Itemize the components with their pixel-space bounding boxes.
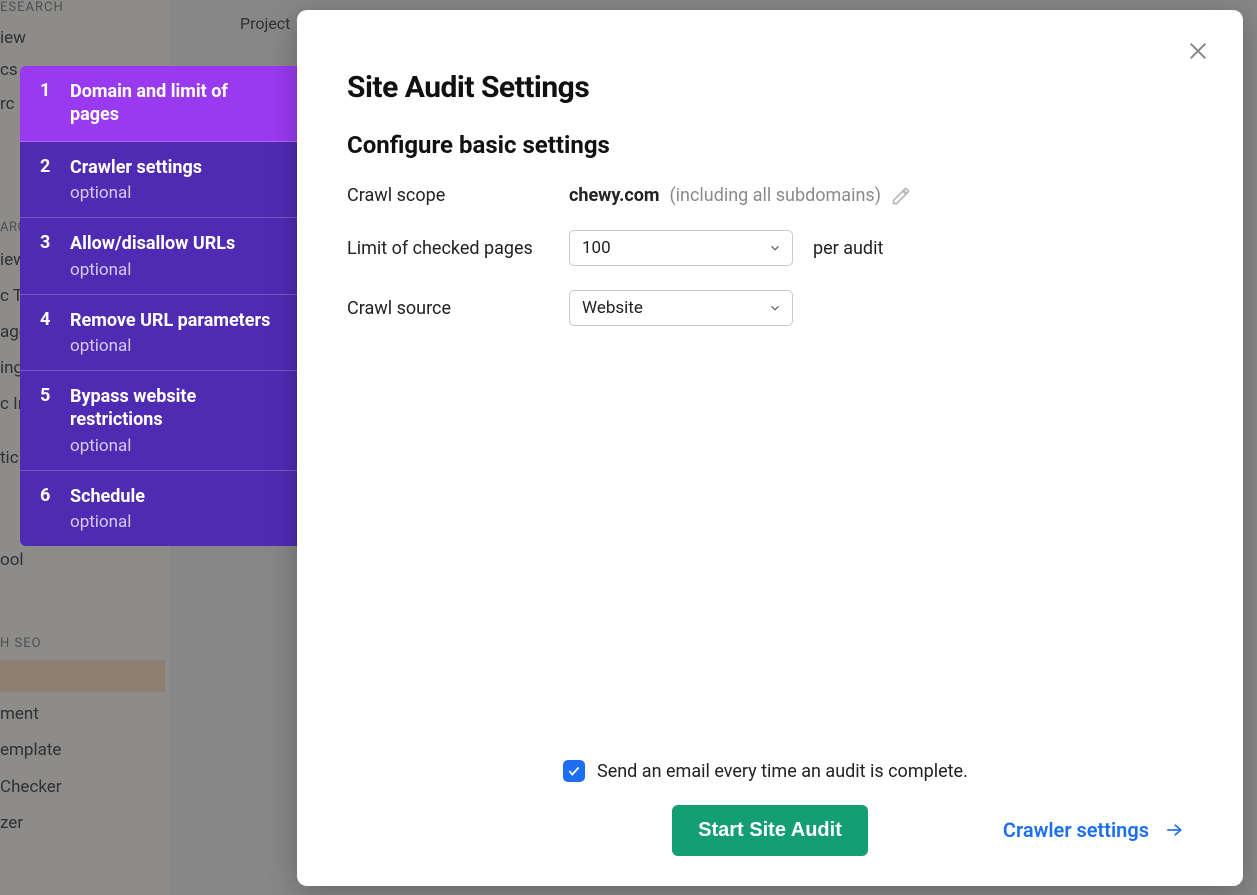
start-audit-button[interactable]: Start Site Audit xyxy=(672,805,868,856)
step-optional-label: optional xyxy=(70,436,277,456)
crawl-scope-row: Crawl scope chewy.com (including all sub… xyxy=(347,185,1193,206)
modal-title: Site Audit Settings xyxy=(347,70,1193,105)
settings-form: Crawl scope chewy.com (including all sub… xyxy=(347,185,1193,326)
email-notify-row: Send an email every time an audit is com… xyxy=(347,760,1193,782)
step-number: 4 xyxy=(40,309,52,356)
source-select-value: Website xyxy=(582,298,643,318)
chevron-down-icon xyxy=(768,301,782,315)
wizard-step-3[interactable]: 3 Allow/disallow URLs optional xyxy=(20,218,297,294)
arrow-right-icon xyxy=(1163,821,1185,839)
limit-select[interactable]: 100 xyxy=(569,230,793,266)
chevron-down-icon xyxy=(768,241,782,255)
pencil-icon xyxy=(891,186,911,206)
email-checkbox[interactable] xyxy=(563,760,585,782)
step-title: Bypass website restrictions xyxy=(70,385,277,432)
crawl-scope-note: (including all subdomains) xyxy=(670,185,881,206)
step-title: Domain and limit of pages xyxy=(70,80,277,127)
settings-modal: Site Audit Settings Configure basic sett… xyxy=(297,10,1243,886)
wizard-step-4[interactable]: 4 Remove URL parameters optional xyxy=(20,295,297,371)
limit-label: Limit of checked pages xyxy=(347,238,569,259)
step-optional-label: optional xyxy=(70,183,202,203)
step-title: Schedule xyxy=(70,485,145,508)
step-title: Remove URL parameters xyxy=(70,309,270,332)
wizard-steps: 1 Domain and limit of pages 2 Crawler setti… xyxy=(20,66,297,546)
email-checkbox-label: Send an email every time an audit is com… xyxy=(597,761,968,782)
next-step-label: Crawler settings xyxy=(1003,818,1149,842)
step-optional-label: optional xyxy=(70,260,235,280)
wizard-step-2[interactable]: 2 Crawler settings optional xyxy=(20,142,297,218)
source-label: Crawl source xyxy=(347,298,569,319)
check-icon xyxy=(567,764,581,778)
limit-row: Limit of checked pages 100 per audit xyxy=(347,230,1193,266)
section-title: Configure basic settings xyxy=(347,131,1193,159)
source-row: Crawl source Website xyxy=(347,290,1193,326)
step-title: Crawler settings xyxy=(70,156,202,179)
wizard-step-1[interactable]: 1 Domain and limit of pages xyxy=(20,66,297,142)
source-select[interactable]: Website xyxy=(569,290,793,326)
action-row: Start Site Audit Crawler settings xyxy=(347,804,1193,856)
crawl-scope-domain: chewy.com xyxy=(569,185,660,206)
modal-footer: Send an email every time an audit is com… xyxy=(347,740,1193,856)
step-optional-label: optional xyxy=(70,336,270,356)
step-number: 6 xyxy=(40,485,52,532)
limit-suffix: per audit xyxy=(813,238,883,259)
step-number: 5 xyxy=(40,385,52,456)
close-icon xyxy=(1187,40,1209,62)
edit-scope-button[interactable] xyxy=(891,186,911,206)
step-number: 2 xyxy=(40,156,52,203)
next-step-link[interactable]: Crawler settings xyxy=(1003,818,1185,842)
step-number: 1 xyxy=(40,80,52,127)
crawl-scope-label: Crawl scope xyxy=(347,185,569,206)
step-title: Allow/disallow URLs xyxy=(70,232,235,255)
step-number: 3 xyxy=(40,232,52,279)
wizard-step-6[interactable]: 6 Schedule optional xyxy=(20,471,297,546)
wizard-step-5[interactable]: 5 Bypass website restrictions optional xyxy=(20,371,297,471)
step-optional-label: optional xyxy=(70,512,145,532)
limit-select-value: 100 xyxy=(582,238,611,258)
close-button[interactable] xyxy=(1183,36,1213,66)
